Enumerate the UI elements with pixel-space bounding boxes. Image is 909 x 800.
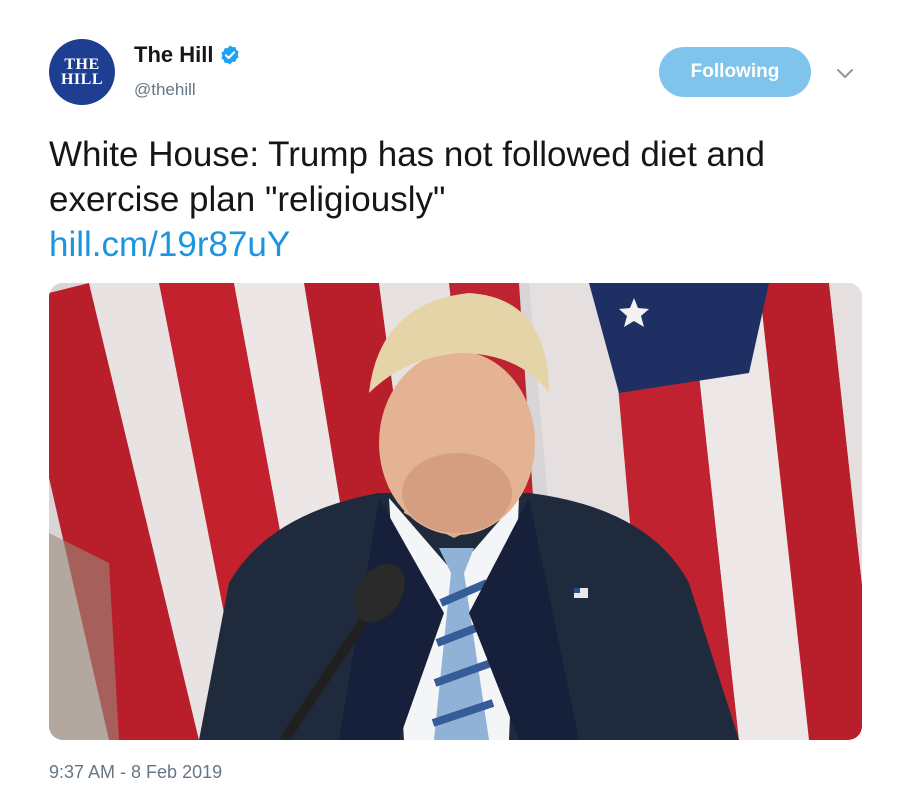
- handle[interactable]: @thehill: [134, 80, 196, 100]
- tweet-link[interactable]: hill.cm/19r87uY: [49, 222, 869, 267]
- chevron-down-icon[interactable]: [834, 64, 856, 84]
- verified-badge-icon: [219, 44, 241, 66]
- avatar-line-2: HILL: [60, 71, 103, 88]
- avatar-line-1: THE: [64, 56, 100, 73]
- display-name[interactable]: The Hill: [134, 42, 213, 68]
- timestamp[interactable]: 9:37 AM - 8 Feb 2019: [49, 762, 222, 783]
- tweet-photo[interactable]: [49, 283, 862, 740]
- following-button[interactable]: Following: [659, 47, 811, 97]
- tweet-text-block: White House: Trump has not followed diet…: [49, 132, 869, 267]
- tweet-text: White House: Trump has not followed diet…: [49, 135, 765, 219]
- name-row: The Hill: [134, 42, 241, 68]
- tweet-card: THE HILL The Hill @thehill Following Whi…: [0, 0, 909, 800]
- photo-man-at-microphone-icon: [49, 283, 862, 740]
- avatar[interactable]: THE HILL: [49, 39, 115, 105]
